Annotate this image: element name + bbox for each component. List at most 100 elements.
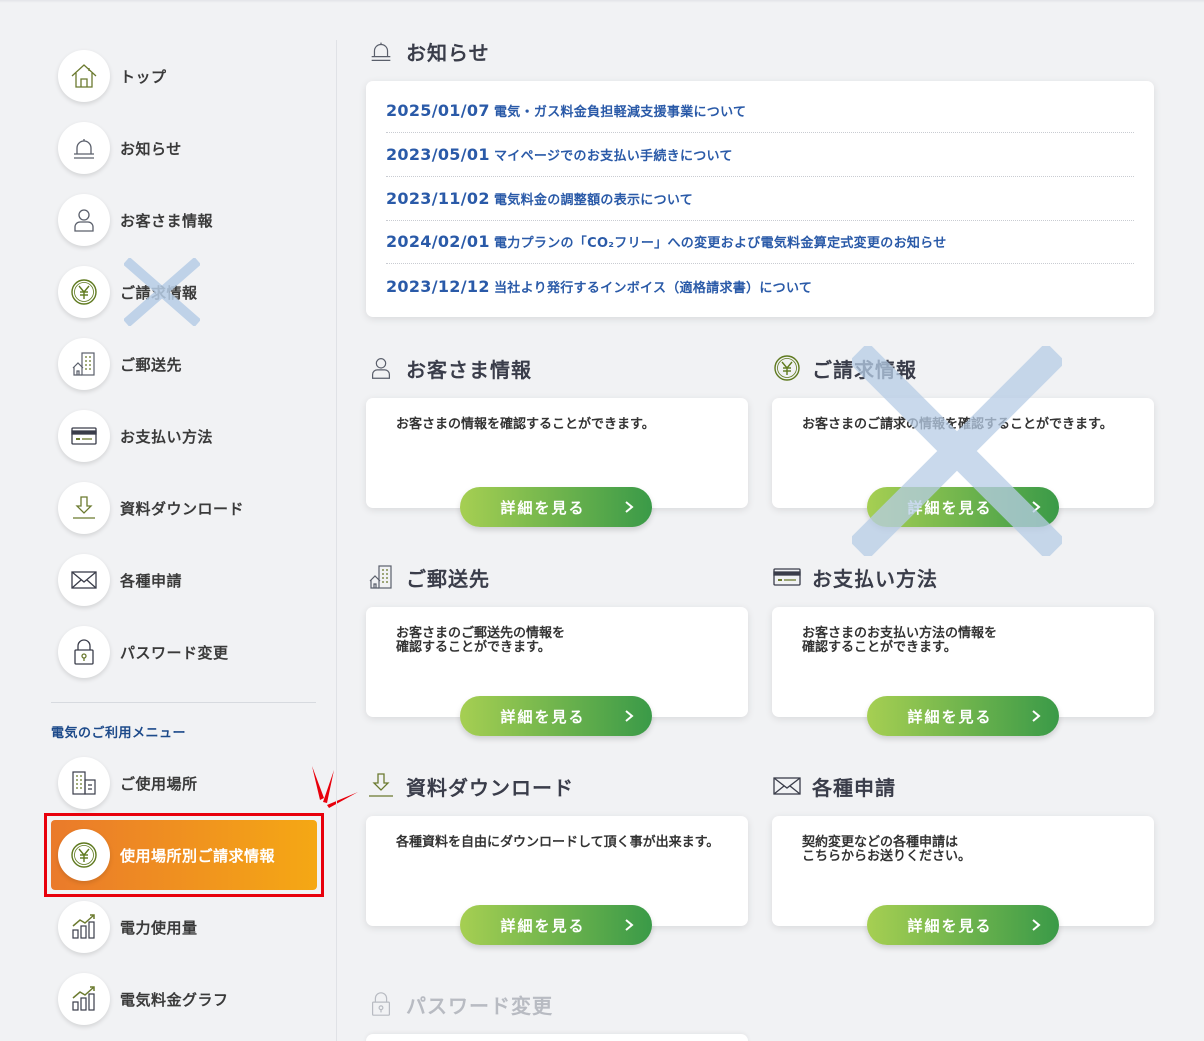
card-description: お客さまのご郵送先の情報を 確認することができます。 xyxy=(396,626,566,655)
billing-detail-button[interactable]: 詳細を見る xyxy=(867,487,1059,527)
chevron-right-icon xyxy=(1032,710,1041,722)
mail-icon xyxy=(772,771,802,801)
sidebar-item-label: 電気料金グラフ xyxy=(120,990,229,1009)
sidebar-item-label: お知らせ xyxy=(120,139,182,158)
applications-detail-button[interactable]: 詳細を見る xyxy=(867,905,1059,945)
sidebar-item-news[interactable]: お知らせ xyxy=(58,120,182,176)
download-section-title: 資料ダウンロード xyxy=(366,771,574,801)
sidebar-item-password[interactable]: パスワード変更 xyxy=(58,624,229,680)
attention-burst-icon xyxy=(312,766,358,808)
sidebar-item-label: ご請求情報 xyxy=(120,283,198,302)
bell-icon xyxy=(58,122,110,174)
billing-section-title: ご請求情報 xyxy=(772,353,917,383)
home-icon xyxy=(58,50,110,102)
chevron-right-icon xyxy=(625,919,634,931)
lock-icon xyxy=(58,626,110,678)
sidebar-item-applications[interactable]: 各種申請 xyxy=(58,552,182,608)
news-item[interactable]: 2023/11/02 電気料金の調整額の表示について xyxy=(386,177,1134,221)
download-icon xyxy=(366,771,396,801)
location-building-icon xyxy=(58,757,110,809)
news-date: 2025/01/07 xyxy=(386,101,490,120)
section-title-text: 各種申請 xyxy=(812,775,896,800)
news-link[interactable]: 当社より発行するインボイス（適格請求書）について xyxy=(494,277,812,296)
news-link[interactable]: 電気・ガス料金負担軽減支援事業について xyxy=(494,101,746,120)
sidebar: トップ お知らせ お客さま情報 ご請求情報 ご郵送先 お支払い方法 資料ダウンロ… xyxy=(0,0,358,1041)
mailing-section-title: ご郵送先 xyxy=(366,562,490,592)
button-label: 詳細を見る xyxy=(907,707,993,726)
card-description: お客さまのご請求の情報を確認することができます。 xyxy=(802,417,1113,432)
sidebar-item-label: 各種申請 xyxy=(120,571,183,590)
customer-info-detail-button[interactable]: 詳細を見る xyxy=(460,487,652,527)
sidebar-item-fee-graph[interactable]: 電気料金グラフ xyxy=(58,971,229,1027)
button-label: 詳細を見る xyxy=(907,916,993,935)
sidebar-item-label: パスワード変更 xyxy=(120,643,229,662)
news-item[interactable]: 2023/12/12 当社より発行するインボイス（適格請求書）について xyxy=(386,264,1134,308)
news-date: 2024/02/01 xyxy=(386,232,490,251)
news-date: 2023/11/02 xyxy=(386,189,490,208)
section-title-text: ご請求情報 xyxy=(812,357,917,382)
lock-icon xyxy=(366,989,396,1019)
applications-section-title: 各種申請 xyxy=(772,771,896,801)
section-title-text: ご郵送先 xyxy=(406,566,490,591)
download-detail-button[interactable]: 詳細を見る xyxy=(460,905,652,945)
chevron-right-icon xyxy=(1032,919,1041,931)
payment-section-title: お支払い方法 xyxy=(772,562,938,592)
news-title-text: お知らせ xyxy=(406,40,490,65)
sidebar-section-label: 電気のご利用メニュー xyxy=(51,726,187,741)
card-description: お客さまの情報を確認することができます。 xyxy=(396,417,655,432)
sidebar-item-usage-locations[interactable]: ご使用場所 xyxy=(58,755,198,811)
news-section-title: お知らせ xyxy=(366,36,490,66)
sidebar-item-top[interactable]: トップ xyxy=(58,48,167,104)
yen-icon xyxy=(772,353,802,383)
news-card: 2025/01/07 電気・ガス料金負担軽減支援事業について 2023/05/0… xyxy=(366,81,1154,317)
mailing-detail-button[interactable]: 詳細を見る xyxy=(460,696,652,736)
graph-icon xyxy=(58,973,110,1025)
sidebar-item-power-usage[interactable]: 電力使用量 xyxy=(58,899,198,955)
sidebar-item-label: 資料ダウンロード xyxy=(120,499,245,518)
sidebar-item-label: トップ xyxy=(120,67,167,86)
news-date: 2023/12/12 xyxy=(386,276,490,296)
sidebar-divider xyxy=(51,702,316,703)
mail-icon xyxy=(58,554,110,606)
sidebar-item-label: お支払い方法 xyxy=(120,427,214,446)
payment-detail-button[interactable]: 詳細を見る xyxy=(867,696,1059,736)
password-section-title: パスワード変更 xyxy=(366,989,553,1019)
user-icon xyxy=(366,353,396,383)
card-icon xyxy=(58,410,110,462)
sidebar-item-label: ご使用場所 xyxy=(120,774,198,793)
section-title-text: 資料ダウンロード xyxy=(406,775,574,800)
news-link[interactable]: 電気料金の調整額の表示について xyxy=(494,189,693,208)
news-item[interactable]: 2025/01/07 電気・ガス料金負担軽減支援事業について xyxy=(386,89,1134,133)
user-icon xyxy=(58,194,110,246)
button-label: 詳細を見る xyxy=(500,707,586,726)
section-title-text: お支払い方法 xyxy=(812,566,938,591)
button-label: 詳細を見る xyxy=(500,498,586,517)
chevron-right-icon xyxy=(1032,501,1041,513)
highlight-box xyxy=(44,813,324,897)
sidebar-item-payment[interactable]: お支払い方法 xyxy=(58,408,213,464)
building-icon xyxy=(58,338,110,390)
card-description: 各種資料を自由にダウンロードして頂く事が出来ます。 xyxy=(396,835,720,850)
section-title-text: パスワード変更 xyxy=(406,993,553,1018)
news-item[interactable]: 2023/05/01 マイページでのお支払い手続きについて xyxy=(386,133,1134,177)
news-link[interactable]: マイページでのお支払い手続きについて xyxy=(494,145,733,164)
chevron-right-icon xyxy=(625,501,634,513)
sidebar-item-mailing[interactable]: ご郵送先 xyxy=(58,336,182,392)
news-item[interactable]: 2024/02/01 電力プランの「CO₂フリー」への変更および電気料金算定式変… xyxy=(386,220,1134,264)
section-title-text: お客さま情報 xyxy=(406,357,532,382)
sidebar-item-download[interactable]: 資料ダウンロード xyxy=(58,480,244,536)
card-description: お客さまのお支払い方法の情報を 確認することができます。 xyxy=(802,626,998,655)
sidebar-item-billing[interactable]: ご請求情報 xyxy=(58,264,198,320)
card-description: 契約変更などの各種申請は こちらからお送りください。 xyxy=(802,835,972,864)
sidebar-item-label: お客さま情報 xyxy=(120,211,214,230)
sidebar-item-customer-info[interactable]: お客さま情報 xyxy=(58,192,213,248)
building-icon xyxy=(366,562,396,592)
sidebar-item-label: 電力使用量 xyxy=(120,918,198,937)
password-card xyxy=(366,1034,748,1041)
bell-icon xyxy=(366,36,396,66)
download-icon xyxy=(58,482,110,534)
customer-info-section-title: お客さま情報 xyxy=(366,353,532,383)
card-icon xyxy=(772,562,802,592)
button-label: 詳細を見る xyxy=(907,498,993,517)
news-link[interactable]: 電力プランの「CO₂フリー」への変更および電気料金算定式変更のお知らせ xyxy=(494,232,947,251)
